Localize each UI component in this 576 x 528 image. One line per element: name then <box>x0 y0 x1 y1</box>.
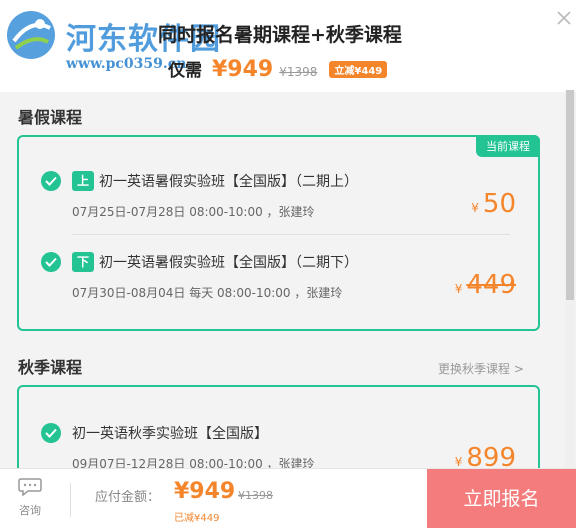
course-item[interactable]: 下 初一英语暑假实验班【全国版】（二期下） 07月30日-08月04日 每天 0… <box>19 250 538 320</box>
course-price-amount: 50 <box>482 189 516 219</box>
course-tag: 上 <box>72 171 94 191</box>
page-title: 同时报名暑期课程+秋季课程 <box>158 24 402 46</box>
currency-symbol: ¥ <box>454 282 463 296</box>
scrollbar-thumb[interactable] <box>566 90 574 300</box>
discount-badge: 立减¥449 <box>329 60 388 78</box>
course-name: 初一英语暑假实验班【全国版】（二期下） <box>99 255 358 271</box>
summer-course-card: 当前课程 上 初一英语暑假实验班【全国版】（二期上） 07月25日-07月28日… <box>17 135 540 331</box>
checkmark-icon[interactable] <box>41 252 61 272</box>
course-price: ¥ 50 <box>471 189 516 219</box>
current-course-badge: 当前课程 <box>476 135 540 157</box>
checkmark-icon[interactable] <box>41 423 61 443</box>
checkmark-icon[interactable] <box>41 171 61 191</box>
pay-amount: ¥949 <box>174 479 236 504</box>
course-tag: 下 <box>72 252 94 272</box>
consult-button[interactable]: 咨询 <box>10 477 50 518</box>
course-price-amount: 449 <box>466 270 516 300</box>
chat-bubble-icon <box>18 478 42 497</box>
saved-amount: 已减¥449 <box>174 513 220 524</box>
currency-symbol: ¥ <box>454 455 463 469</box>
course-time: 07月30日-08月04日 每天 08:00-10:00 ，张建玲 <box>72 286 343 300</box>
bundle-original-price: ¥1398 <box>279 65 318 79</box>
price-label: 仅需 <box>168 61 202 81</box>
summer-section-title: 暑假课程 <box>18 108 83 127</box>
bundle-price: ¥949 <box>212 57 274 82</box>
course-price: ¥ 449 <box>455 270 516 300</box>
consult-label: 咨询 <box>19 504 41 517</box>
scrollbar[interactable] <box>565 90 575 468</box>
currency-symbol: ¥ <box>471 201 479 215</box>
autumn-section-title: 秋季课程 <box>18 358 83 377</box>
close-icon[interactable] <box>556 10 572 26</box>
footer-bar: 咨询 应付金额： ¥949 ¥1398 已减¥449 立即报名 <box>0 468 576 528</box>
course-name: 初一英语秋季实验班【全国版】 <box>72 426 268 442</box>
pay-label: 应付金额： <box>95 490 161 505</box>
divider <box>72 234 510 235</box>
signup-button[interactable]: 立即报名 <box>427 469 576 528</box>
course-name: 初一英语暑假实验班【全国版】（二期上） <box>99 174 358 190</box>
course-time: 07月25日-07月28日 08:00-10:00 ，张建玲 <box>72 205 315 219</box>
pay-original-price: ¥1398 <box>238 489 273 502</box>
change-autumn-course-link[interactable]: 更换秋季课程 > <box>438 360 524 377</box>
watermark-logo-icon <box>7 11 55 59</box>
footer-divider <box>70 483 71 517</box>
header: 河东软件园 www.pc0359.cn 同时报名暑期课程+秋季课程 仅需 ¥94… <box>0 0 576 92</box>
course-item[interactable]: 上 初一英语暑假实验班【全国版】（二期上） 07月25日-07月28日 08:0… <box>19 167 538 237</box>
bundle-price-line: 仅需 ¥949 ¥1398 立减¥449 <box>168 56 388 82</box>
